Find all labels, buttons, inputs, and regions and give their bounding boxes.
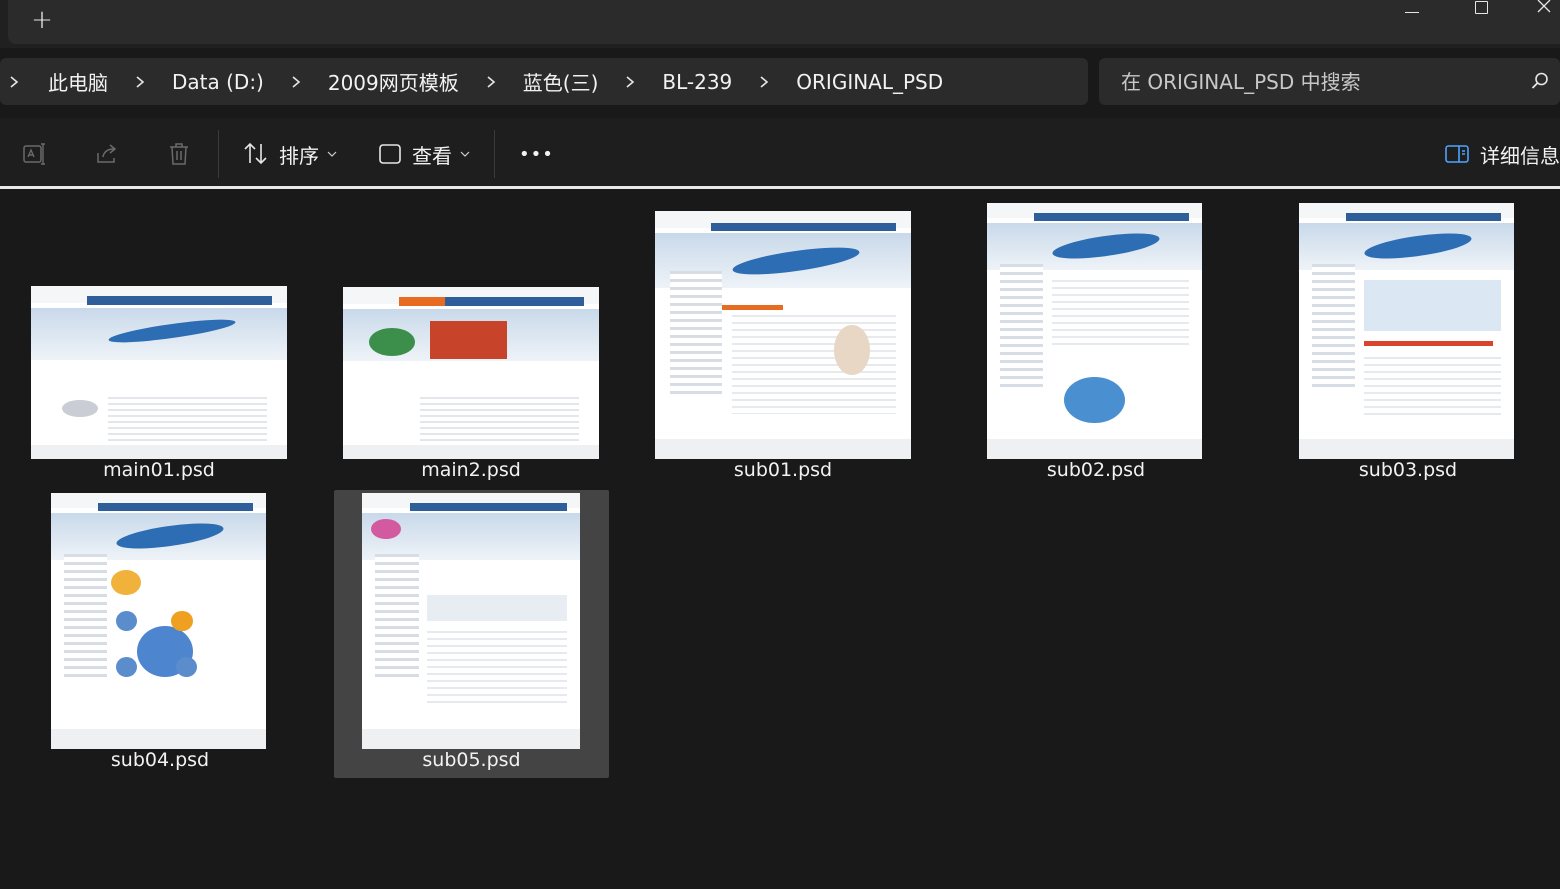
- chevron-right-icon[interactable]: [290, 75, 302, 88]
- chevron-down-icon: [460, 151, 470, 157]
- file-thumbnail: [362, 493, 580, 749]
- details-pane-icon: [1445, 145, 1469, 163]
- file-thumbnail: [31, 286, 287, 459]
- sort-label: 排序: [279, 143, 319, 168]
- chevron-right-icon[interactable]: [485, 75, 497, 88]
- rename-icon[interactable]: [21, 140, 49, 168]
- file-thumbnail: [987, 203, 1202, 459]
- file-name: sub05.psd: [422, 749, 521, 771]
- search-icon[interactable]: [1530, 71, 1550, 91]
- breadcrumb-data-drive[interactable]: Data (D:): [172, 66, 264, 98]
- minimize-icon: [1405, 11, 1419, 13]
- view-icon: [379, 144, 401, 164]
- close-icon: [1537, 0, 1551, 13]
- file-thumbnail: [51, 493, 266, 749]
- maximize-icon: [1474, 0, 1488, 14]
- file-item[interactable]: sub02.psd: [980, 199, 1212, 487]
- chevron-right-icon[interactable]: [134, 75, 146, 88]
- view-label: 查看: [412, 143, 452, 168]
- breadcrumb-templates-2009[interactable]: 2009网页模板: [328, 63, 459, 100]
- file-name: main01.psd: [103, 459, 215, 481]
- more-options-button[interactable]: •••: [519, 138, 554, 170]
- chevron-down-icon: [327, 151, 337, 157]
- file-item[interactable]: sub03.psd: [1292, 199, 1524, 487]
- file-item[interactable]: sub01.psd: [648, 206, 918, 487]
- details-label: 详细信息: [1480, 143, 1560, 168]
- file-item[interactable]: sub04.psd: [44, 489, 276, 779]
- file-item-selected[interactable]: sub05.psd: [334, 490, 609, 778]
- close-button[interactable]: [1528, 0, 1560, 20]
- file-name: sub03.psd: [1358, 459, 1458, 481]
- file-thumbnail: [343, 287, 599, 459]
- file-name: main2.psd: [421, 459, 521, 481]
- file-thumbnail: [1299, 203, 1514, 459]
- breadcrumb-blue-3[interactable]: 蓝色(三): [523, 63, 599, 100]
- breadcrumb-bl-239[interactable]: BL-239: [662, 66, 732, 98]
- new-tab-button[interactable]: +: [26, 4, 58, 36]
- breadcrumb-original-psd[interactable]: ORIGINAL_PSD: [796, 66, 943, 98]
- file-name: sub01.psd: [733, 459, 833, 481]
- breadcrumb-this-pc[interactable]: 此电脑: [48, 63, 108, 100]
- tab-strip: [8, 0, 1560, 44]
- search-input[interactable]: [1121, 69, 1521, 94]
- more-icon: •••: [519, 143, 554, 165]
- toolbar-divider: [218, 130, 219, 178]
- file-thumbnail: [655, 211, 911, 459]
- chevron-right-icon[interactable]: [8, 75, 20, 88]
- share-icon[interactable]: [93, 140, 121, 168]
- title-bar: +: [0, 0, 1560, 48]
- details-pane-button[interactable]: 详细信息: [1444, 138, 1560, 170]
- delete-icon[interactable]: [165, 140, 193, 168]
- sort-button[interactable]: 排序: [243, 138, 337, 170]
- search-box[interactable]: [1099, 58, 1560, 105]
- chevron-right-icon[interactable]: [624, 75, 636, 88]
- chevron-right-icon[interactable]: [758, 75, 770, 88]
- minimize-button[interactable]: [1389, 0, 1435, 20]
- file-name: sub02.psd: [1046, 459, 1146, 481]
- address-bar[interactable]: 此电脑 Data (D:) 2009网页模板 蓝色(三) BL-239 ORIG…: [0, 58, 1088, 105]
- toolbar-divider: [494, 130, 495, 178]
- maximize-button[interactable]: [1458, 0, 1504, 20]
- sort-icon: [244, 142, 267, 165]
- view-button[interactable]: 查看: [378, 138, 470, 170]
- file-item[interactable]: main01.psd: [24, 281, 294, 487]
- file-name: sub04.psd: [110, 749, 210, 771]
- file-grid: main01.psd main2.psd sub01.psd sub02.psd…: [0, 189, 1560, 889]
- file-item[interactable]: main2.psd: [336, 281, 606, 487]
- command-bar: 排序 查看 ••• 详细信息: [0, 118, 1560, 188]
